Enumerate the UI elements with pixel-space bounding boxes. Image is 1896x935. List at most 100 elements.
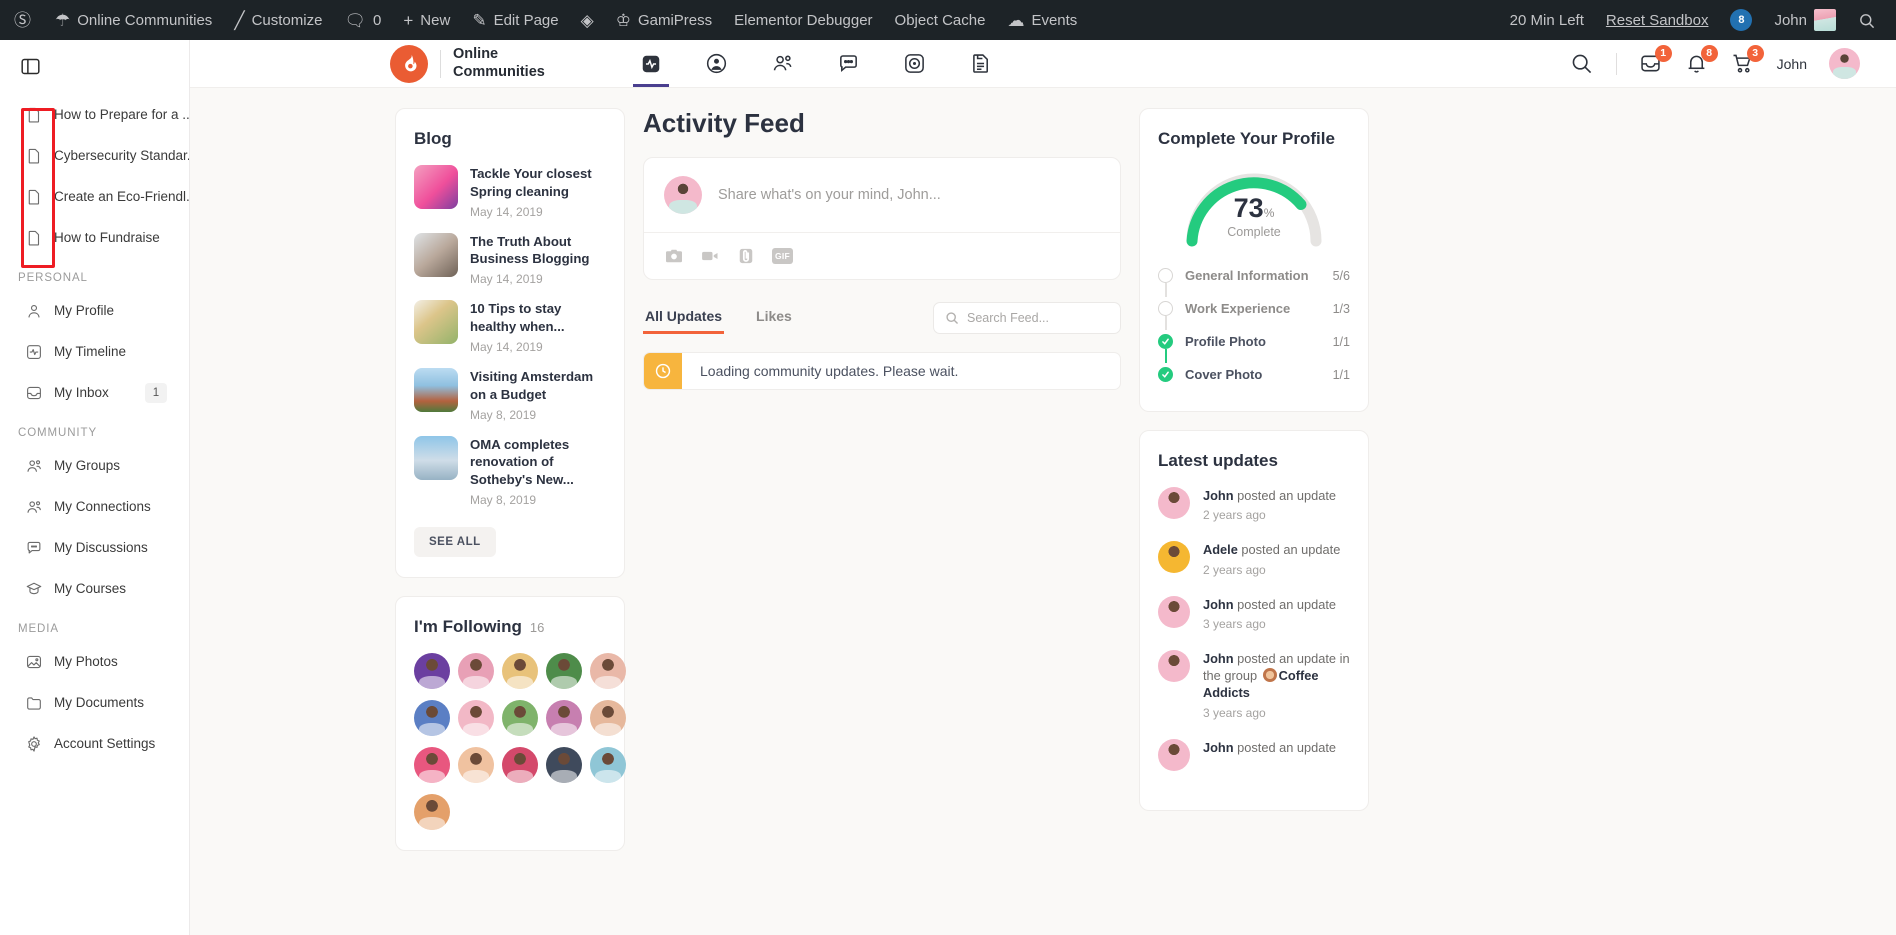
sidebar-item-my-photos[interactable]: My Photos bbox=[0, 641, 189, 682]
header-cart-button[interactable]: 3 bbox=[1731, 44, 1764, 76]
document-icon bbox=[24, 187, 43, 206]
sidebar-pinned-item-2[interactable]: Create an Eco-Friendl... bbox=[0, 176, 189, 217]
camera-icon[interactable] bbox=[664, 246, 684, 266]
profile-step[interactable]: Work Experience 1/3 bbox=[1158, 292, 1350, 330]
avatar[interactable] bbox=[546, 652, 582, 689]
avatar[interactable] bbox=[546, 746, 582, 783]
brand-title: Online Communities bbox=[453, 46, 545, 81]
brand[interactable]: Online Communities bbox=[390, 44, 545, 83]
sidebar-item-label: Account Settings bbox=[54, 736, 156, 751]
avatar[interactable] bbox=[502, 652, 538, 689]
avatar[interactable] bbox=[414, 699, 450, 736]
blog-post-item[interactable]: Visiting Amsterdam on a Budget May 8, 201… bbox=[414, 367, 606, 422]
sidebar-pinned-item-1[interactable]: Cybersecurity Standar... bbox=[0, 135, 189, 176]
avatar bbox=[664, 176, 702, 214]
avatar[interactable] bbox=[458, 699, 494, 736]
latest-update-item[interactable]: John posted an update bbox=[1158, 738, 1350, 771]
blog-post-item[interactable]: The Truth About Business Blogging May 14,… bbox=[414, 232, 606, 286]
admin-bar-new[interactable]: + New bbox=[392, 0, 461, 40]
sidebar-item-my-timeline[interactable]: My Timeline bbox=[0, 331, 189, 372]
panel-toggle-icon[interactable] bbox=[16, 52, 44, 80]
sidebar-item-my-groups[interactable]: My Groups bbox=[0, 445, 189, 486]
admin-bar-comments[interactable]: 🗨 0 bbox=[333, 0, 392, 40]
avatar bbox=[1158, 649, 1190, 682]
latest-update-item[interactable]: John posted an update 2 years ago bbox=[1158, 487, 1350, 522]
admin-bar-elementor-debugger[interactable]: Elementor Debugger bbox=[723, 0, 883, 40]
sidebar-pinned-item-3[interactable]: How to Fundraise bbox=[0, 217, 189, 258]
nav-target[interactable] bbox=[897, 40, 933, 87]
header-search-button[interactable] bbox=[1570, 52, 1594, 76]
tab-all-updates[interactable]: All Updates bbox=[643, 302, 725, 334]
avatar[interactable] bbox=[414, 652, 450, 689]
blog-post-list: Tackle Your closest Spring cleaning May 1… bbox=[414, 165, 606, 507]
profile-step[interactable]: Cover Photo 1/1 bbox=[1158, 358, 1350, 391]
admin-bar-user-menu[interactable]: John bbox=[1763, 0, 1847, 40]
sidebar-item-account-settings[interactable]: Account Settings bbox=[0, 723, 189, 764]
composer-input-row[interactable]: Share what's on your mind, John... bbox=[644, 158, 1120, 232]
sidebar-item-my-discussions[interactable]: My Discussions bbox=[0, 527, 189, 568]
sidebar-item-my-documents[interactable]: My Documents bbox=[0, 682, 189, 723]
avatar[interactable] bbox=[590, 652, 626, 689]
brand-divider bbox=[440, 49, 441, 78]
avatar[interactable] bbox=[590, 699, 626, 736]
profile-step[interactable]: General Information 5/6 bbox=[1158, 259, 1350, 297]
latest-update-item[interactable]: John posted an update in the group Coffe… bbox=[1158, 649, 1350, 720]
step-status-icon bbox=[1158, 268, 1173, 283]
avatar[interactable] bbox=[590, 746, 626, 783]
sidebar-pinned-item-0[interactable]: How to Prepare for a ... bbox=[0, 94, 189, 135]
gif-icon[interactable]: GIF bbox=[772, 248, 793, 264]
profile-steps-list: General Information 5/6 Work Experience 1/3… bbox=[1158, 259, 1350, 391]
nav-profile[interactable] bbox=[699, 40, 735, 87]
admin-bar-edit-page[interactable]: ✎ Edit Page bbox=[461, 0, 569, 40]
composer-placeholder[interactable]: Share what's on your mind, John... bbox=[718, 187, 941, 203]
step-status-icon bbox=[1158, 334, 1173, 349]
latest-update-item[interactable]: Adele posted an update 2 years ago bbox=[1158, 541, 1350, 577]
nav-activity[interactable] bbox=[632, 40, 669, 87]
nav-messages[interactable] bbox=[831, 40, 867, 87]
avatar[interactable] bbox=[1829, 48, 1860, 79]
admin-bar-customize[interactable]: ╱ Customize bbox=[223, 0, 333, 40]
feed-search-box[interactable]: Search Feed... bbox=[933, 302, 1121, 334]
admin-bar-object-cache[interactable]: Object Cache bbox=[884, 0, 997, 40]
nav-members[interactable] bbox=[765, 40, 801, 87]
video-icon[interactable] bbox=[700, 246, 720, 266]
admin-bar-notifications[interactable]: 8 bbox=[1719, 0, 1763, 40]
avatar[interactable] bbox=[458, 652, 494, 689]
panel-toggle-glyph bbox=[20, 58, 40, 74]
blog-post-item[interactable]: 10 Tips to stay healthy when... May 14, 2… bbox=[414, 300, 606, 354]
attachment-icon[interactable] bbox=[736, 246, 756, 266]
avatar[interactable] bbox=[502, 699, 538, 736]
wordpress-logo-icon[interactable]: Ⓢ bbox=[0, 0, 44, 40]
avatar[interactable] bbox=[502, 746, 538, 783]
latest-update-item[interactable]: John posted an update 3 years ago bbox=[1158, 595, 1350, 631]
following-avatar-grid bbox=[414, 652, 626, 830]
avatar[interactable] bbox=[546, 699, 582, 736]
sidebar-item-my-inbox[interactable]: My Inbox 1 bbox=[0, 372, 189, 413]
sidebar-item-my-connections[interactable]: My Connections bbox=[0, 486, 189, 527]
reset-sandbox-link[interactable]: Reset Sandbox bbox=[1595, 0, 1720, 40]
avatar[interactable] bbox=[414, 746, 450, 783]
sidebar-item-my-courses[interactable]: My Courses bbox=[0, 568, 189, 609]
admin-bar-gamipress[interactable]: ♔ GamiPress bbox=[605, 0, 723, 40]
admin-bar-events[interactable]: ☁ Events bbox=[996, 0, 1088, 40]
latest-updates-title: Latest updates bbox=[1158, 451, 1278, 470]
avatar[interactable] bbox=[414, 793, 450, 830]
header-notifications-button[interactable]: 8 bbox=[1685, 44, 1718, 76]
left-sidebar: How to Prepare for a ... Cybersecurity St… bbox=[0, 40, 190, 935]
header-user-name[interactable]: John bbox=[1777, 56, 1807, 72]
tab-likes[interactable]: Likes bbox=[754, 302, 794, 334]
admin-bar-elementor[interactable]: ◈ bbox=[570, 0, 605, 40]
blog-post-item[interactable]: Tackle Your closest Spring cleaning May 1… bbox=[414, 165, 606, 219]
blog-see-all-button[interactable]: SEE ALL bbox=[414, 526, 496, 557]
admin-bar-search[interactable] bbox=[1847, 0, 1886, 40]
avatar[interactable] bbox=[458, 746, 494, 783]
sidebar-item-my-profile[interactable]: My Profile bbox=[0, 290, 189, 331]
group-icon bbox=[24, 456, 43, 475]
admin-bar-site-name[interactable]: ☂ Online Communities bbox=[44, 0, 223, 40]
blog-post-item[interactable]: OMA completes renovation of Sotheby's Ne… bbox=[414, 435, 606, 507]
edit-icon: ✎ bbox=[472, 10, 487, 30]
header-inbox-button[interactable]: 1 bbox=[1639, 44, 1672, 76]
update-body: John posted an update 2 years ago bbox=[1203, 487, 1336, 522]
profile-step[interactable]: Profile Photo 1/1 bbox=[1158, 325, 1350, 363]
nav-documents[interactable] bbox=[963, 40, 999, 87]
